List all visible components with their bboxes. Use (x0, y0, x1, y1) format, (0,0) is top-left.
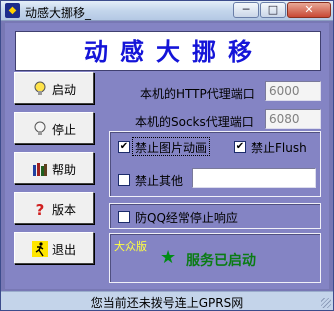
version-button[interactable]: ? 版本 (14, 192, 94, 224)
help-button-label: 帮助 (52, 163, 77, 177)
service-status-text: 服务已启动 (186, 253, 256, 269)
service-status-panel: 大众版 ★ 服务已启动 (109, 233, 321, 283)
block-other-input[interactable] (192, 168, 316, 188)
anti-qq-label[interactable]: 防QQ经常停止响应 (135, 209, 238, 226)
http-port-label: 本机的HTTP代理端口 (140, 87, 255, 101)
block-flash-label[interactable]: 禁止Flush (251, 139, 307, 156)
block-gif-checkbox[interactable]: ✔ (118, 141, 130, 153)
stop-button[interactable]: 停止 (14, 112, 94, 144)
edition-label: 大众版 (114, 240, 147, 253)
star-icon: ★ (160, 247, 177, 268)
start-button[interactable]: 启动 (14, 72, 94, 104)
filter-options-group: ✔ 禁止图片动画 ✔ 禁止Flush 禁止其他 (109, 131, 321, 197)
title-bar[interactable]: ◆ 动感大挪移_ ─ □ ✕ (1, 1, 333, 21)
exit-button-label: 退出 (52, 243, 77, 257)
block-other-label[interactable]: 禁止其他 (135, 172, 183, 189)
maximize-button[interactable]: □ (260, 2, 286, 18)
app-logo-icon: ◆ (5, 3, 20, 18)
stop-button-label: 停止 (52, 123, 77, 137)
help-button[interactable]: 帮助 (14, 152, 94, 184)
status-bar-text: 您当前还未拨号连上GPRS网 (90, 296, 244, 310)
block-gif-label[interactable]: 禁止图片动画 (135, 139, 207, 156)
socks-port-label: 本机的Socks代理端口 (135, 115, 254, 129)
block-flash-checkbox[interactable]: ✔ (234, 141, 246, 153)
close-button[interactable]: ✕ (287, 2, 331, 18)
status-bar: 您当前还未拨号连上GPRS网 (1, 291, 333, 310)
resize-grip-icon[interactable] (321, 298, 331, 308)
socks-port-field[interactable]: 6080 (265, 109, 321, 129)
banner-title: 动感大挪移 (84, 37, 264, 66)
question-icon: ? (32, 201, 48, 219)
lightbulb-off-icon (32, 121, 48, 137)
main-client-area: 动感大挪移 启动 停止 帮助 ? 版本 退出 本机的HTTP代理端口 6000 … (5, 23, 329, 289)
window-title: 动感大挪移_ (25, 6, 92, 20)
exit-button[interactable]: 退出 (14, 232, 94, 264)
lightbulb-icon (32, 81, 48, 97)
start-button-label: 启动 (52, 83, 77, 97)
version-button-label: 版本 (52, 203, 77, 217)
qq-option-group: 防QQ经常停止响应 (109, 203, 321, 229)
books-icon (32, 161, 48, 177)
svg-text:?: ? (36, 201, 45, 217)
app-window: ◆ 动感大挪移_ ─ □ ✕ 动感大挪移 启动 停止 帮助 ? 版本 退出 本机… (0, 0, 334, 311)
exit-runner-icon (32, 241, 48, 257)
minimize-button[interactable]: ─ (233, 2, 259, 18)
block-other-checkbox[interactable] (118, 174, 130, 186)
http-port-field[interactable]: 6000 (265, 81, 321, 101)
app-banner: 动感大挪移 (15, 31, 321, 71)
anti-qq-checkbox[interactable] (118, 211, 130, 223)
